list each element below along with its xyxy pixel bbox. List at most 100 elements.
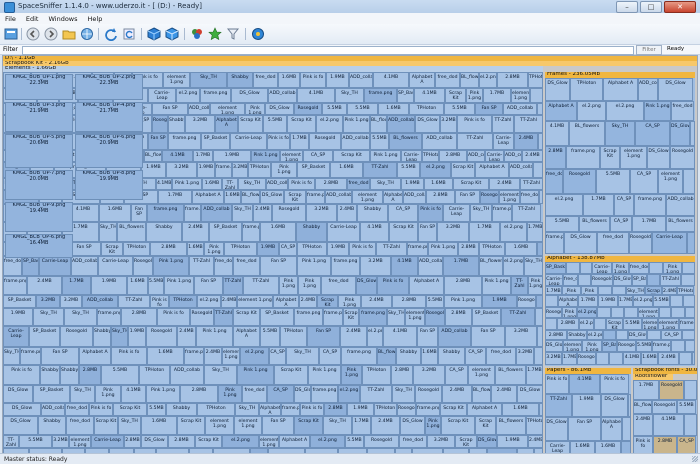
- big-tile-2[interactable]: KMGL_BOB_OP-2.png 22.3MB: [75, 74, 143, 100]
- file-tile[interactable]: Pink 1.png: [425, 416, 441, 435]
- file-tile[interactable]: CA_SP: [610, 216, 632, 232]
- file-tile[interactable]: Pink is fo: [418, 204, 443, 222]
- new-scan-icon[interactable]: [4, 27, 18, 41]
- file-tile[interactable]: Scrap Kit: [453, 178, 489, 190]
- file-tile[interactable]: [685, 307, 695, 318]
- file-tile[interactable]: [682, 262, 695, 274]
- file-tile[interactable]: element 1.png: [620, 146, 647, 169]
- file-tile[interactable]: Pink 1.png: [164, 276, 194, 295]
- file-tile[interactable]: 1.6MB: [378, 103, 409, 115]
- file-tile[interactable]: Fan SP: [148, 133, 168, 150]
- file-tile[interactable]: free_dod: [545, 169, 563, 194]
- file-tile[interactable]: Carrie-Leap: [493, 133, 514, 150]
- file-tile[interactable]: Fan SP: [417, 326, 438, 347]
- file-tile[interactable]: DS_Glow: [141, 435, 168, 448]
- file-tile[interactable]: Scrap Kit: [233, 308, 260, 326]
- file-tile[interactable]: Scrap Kit: [645, 286, 662, 295]
- file-tile[interactable]: Scrap Kit: [475, 416, 496, 435]
- file-tile[interactable]: TT-Zahl: [492, 115, 514, 133]
- file-tile[interactable]: Pink 1.png: [581, 286, 598, 295]
- file-tile[interactable]: 2.4MB: [177, 326, 196, 347]
- file-tile[interactable]: Scrap Kit: [287, 115, 316, 133]
- file-tile[interactable]: 3.2MB: [505, 326, 537, 347]
- file-tile[interactable]: 2.8MB: [653, 436, 677, 454]
- file-tile[interactable]: Carrie-Leap: [230, 133, 267, 150]
- file-tile[interactable]: Pink is fo: [457, 115, 492, 133]
- file-tile[interactable]: 4.1MB: [391, 256, 418, 276]
- file-tile[interactable]: Sky_TH: [204, 365, 237, 385]
- refresh-all-icon[interactable]: [122, 27, 136, 41]
- file-tile[interactable]: TPHoton: [362, 365, 391, 385]
- menu-help[interactable]: Help: [83, 13, 108, 24]
- file-tile[interactable]: 1.7MB: [158, 190, 192, 204]
- file-tile[interactable]: Pink 1.png: [218, 385, 242, 403]
- file-tile[interactable]: 3.2MB: [360, 256, 391, 276]
- file-tile[interactable]: Sky_TH: [99, 222, 117, 242]
- file-tile[interactable]: 1.9MB: [91, 276, 127, 295]
- big-tile-9[interactable]: KMGL_BOB_OP-9.png 19.4MB: [5, 202, 73, 232]
- file-tile[interactable]: Rosegold: [517, 295, 536, 308]
- file-tile[interactable]: frame.png: [634, 194, 666, 216]
- file-tile[interactable]: DS_Glow: [613, 274, 632, 286]
- file-tile[interactable]: Pink is fo: [157, 308, 190, 326]
- file-tile[interactable]: SP_Basket: [297, 162, 330, 178]
- file-tile[interactable]: Fan SP: [471, 326, 505, 347]
- file-tile[interactable]: 3.2MB: [306, 204, 337, 222]
- file-tile[interactable]: Rosegold: [652, 400, 677, 414]
- file-tile[interactable]: 2.4MB: [489, 178, 520, 190]
- file-tile[interactable]: ADD_collab: [503, 103, 537, 115]
- file-tile[interactable]: Pink 1.png: [466, 88, 483, 103]
- file-tile[interactable]: Sky_TH: [605, 121, 635, 146]
- file-tile[interactable]: Fan SP: [418, 222, 437, 242]
- file-tile[interactable]: DS_Glow: [545, 340, 563, 352]
- file-tile[interactable]: Rosegold: [272, 204, 306, 222]
- file-tile[interactable]: CA_SP: [661, 330, 682, 340]
- file-tile[interactable]: element 1.png: [205, 416, 234, 435]
- file-tile[interactable]: 1.7MB: [443, 256, 479, 276]
- file-tile[interactable]: Sky_TH: [70, 385, 95, 403]
- file-tile[interactable]: frame.png: [566, 146, 600, 169]
- file-tile[interactable]: 1.9MB: [141, 162, 166, 178]
- file-tile[interactable]: ADD_collab: [71, 256, 98, 276]
- file-tile[interactable]: 1.7MB: [483, 88, 511, 103]
- file-tile[interactable]: element 1.png: [163, 72, 190, 88]
- file-tile[interactable]: TT-Zahl: [376, 242, 407, 256]
- cube-icon[interactable]: [147, 27, 161, 41]
- file-tile[interactable]: [624, 307, 638, 318]
- file-tile[interactable]: 1.6MB: [99, 204, 131, 222]
- file-tile[interactable]: 3.2MB: [545, 352, 562, 365]
- file-tile[interactable]: 5.5MB: [101, 365, 139, 385]
- file-tile[interactable]: el.2.png: [420, 162, 451, 178]
- file-tile[interactable]: Pink is fo: [3, 365, 40, 385]
- file-tile[interactable]: el.2.png: [503, 256, 524, 276]
- file-tile[interactable]: Fan SP: [131, 204, 147, 222]
- file-tile[interactable]: Pink 1.png: [343, 115, 370, 133]
- file-tile[interactable]: frame.png: [311, 385, 338, 403]
- file-tile[interactable]: Scrap Kit: [101, 242, 123, 256]
- file-tile[interactable]: 1.6MB: [224, 190, 241, 204]
- file-tile[interactable]: Fan SP: [475, 103, 503, 115]
- file-tile[interactable]: free_dod: [242, 385, 267, 403]
- open-folder-icon[interactable]: [62, 27, 76, 41]
- file-tile[interactable]: Carrie-Leap: [3, 326, 29, 347]
- file-tile[interactable]: el.2.png: [545, 194, 583, 216]
- file-tile[interactable]: TPHoton: [422, 150, 439, 162]
- file-tile[interactable]: [538, 133, 543, 150]
- file-tile[interactable]: DS_Glow: [415, 115, 440, 133]
- resize-grip[interactable]: [692, 456, 698, 462]
- file-tile[interactable]: 1.7MB: [526, 365, 543, 385]
- file-tile[interactable]: 5.5MB: [397, 162, 420, 178]
- file-tile[interactable]: Shabby: [567, 330, 587, 340]
- file-tile[interactable]: el.2.png: [222, 435, 259, 448]
- file-tile[interactable]: TT-Zahl: [363, 162, 397, 178]
- file-tile[interactable]: SP_Basket: [29, 326, 60, 347]
- file-tile[interactable]: 1.6MB: [330, 162, 363, 178]
- file-tile[interactable]: ADD_collab: [41, 403, 65, 416]
- close-button[interactable]: ✕: [664, 1, 696, 13]
- file-tile[interactable]: free_dod: [629, 262, 649, 274]
- file-tile[interactable]: BL_flowers: [666, 216, 695, 232]
- big-tile-7[interactable]: KMGL_BOB_OP-7.png 20.0MB: [5, 170, 73, 200]
- file-tile[interactable]: TPHoton: [677, 286, 694, 295]
- file-tile[interactable]: TT-Zahl: [243, 276, 279, 295]
- file-tile[interactable]: Rosegold: [617, 340, 636, 352]
